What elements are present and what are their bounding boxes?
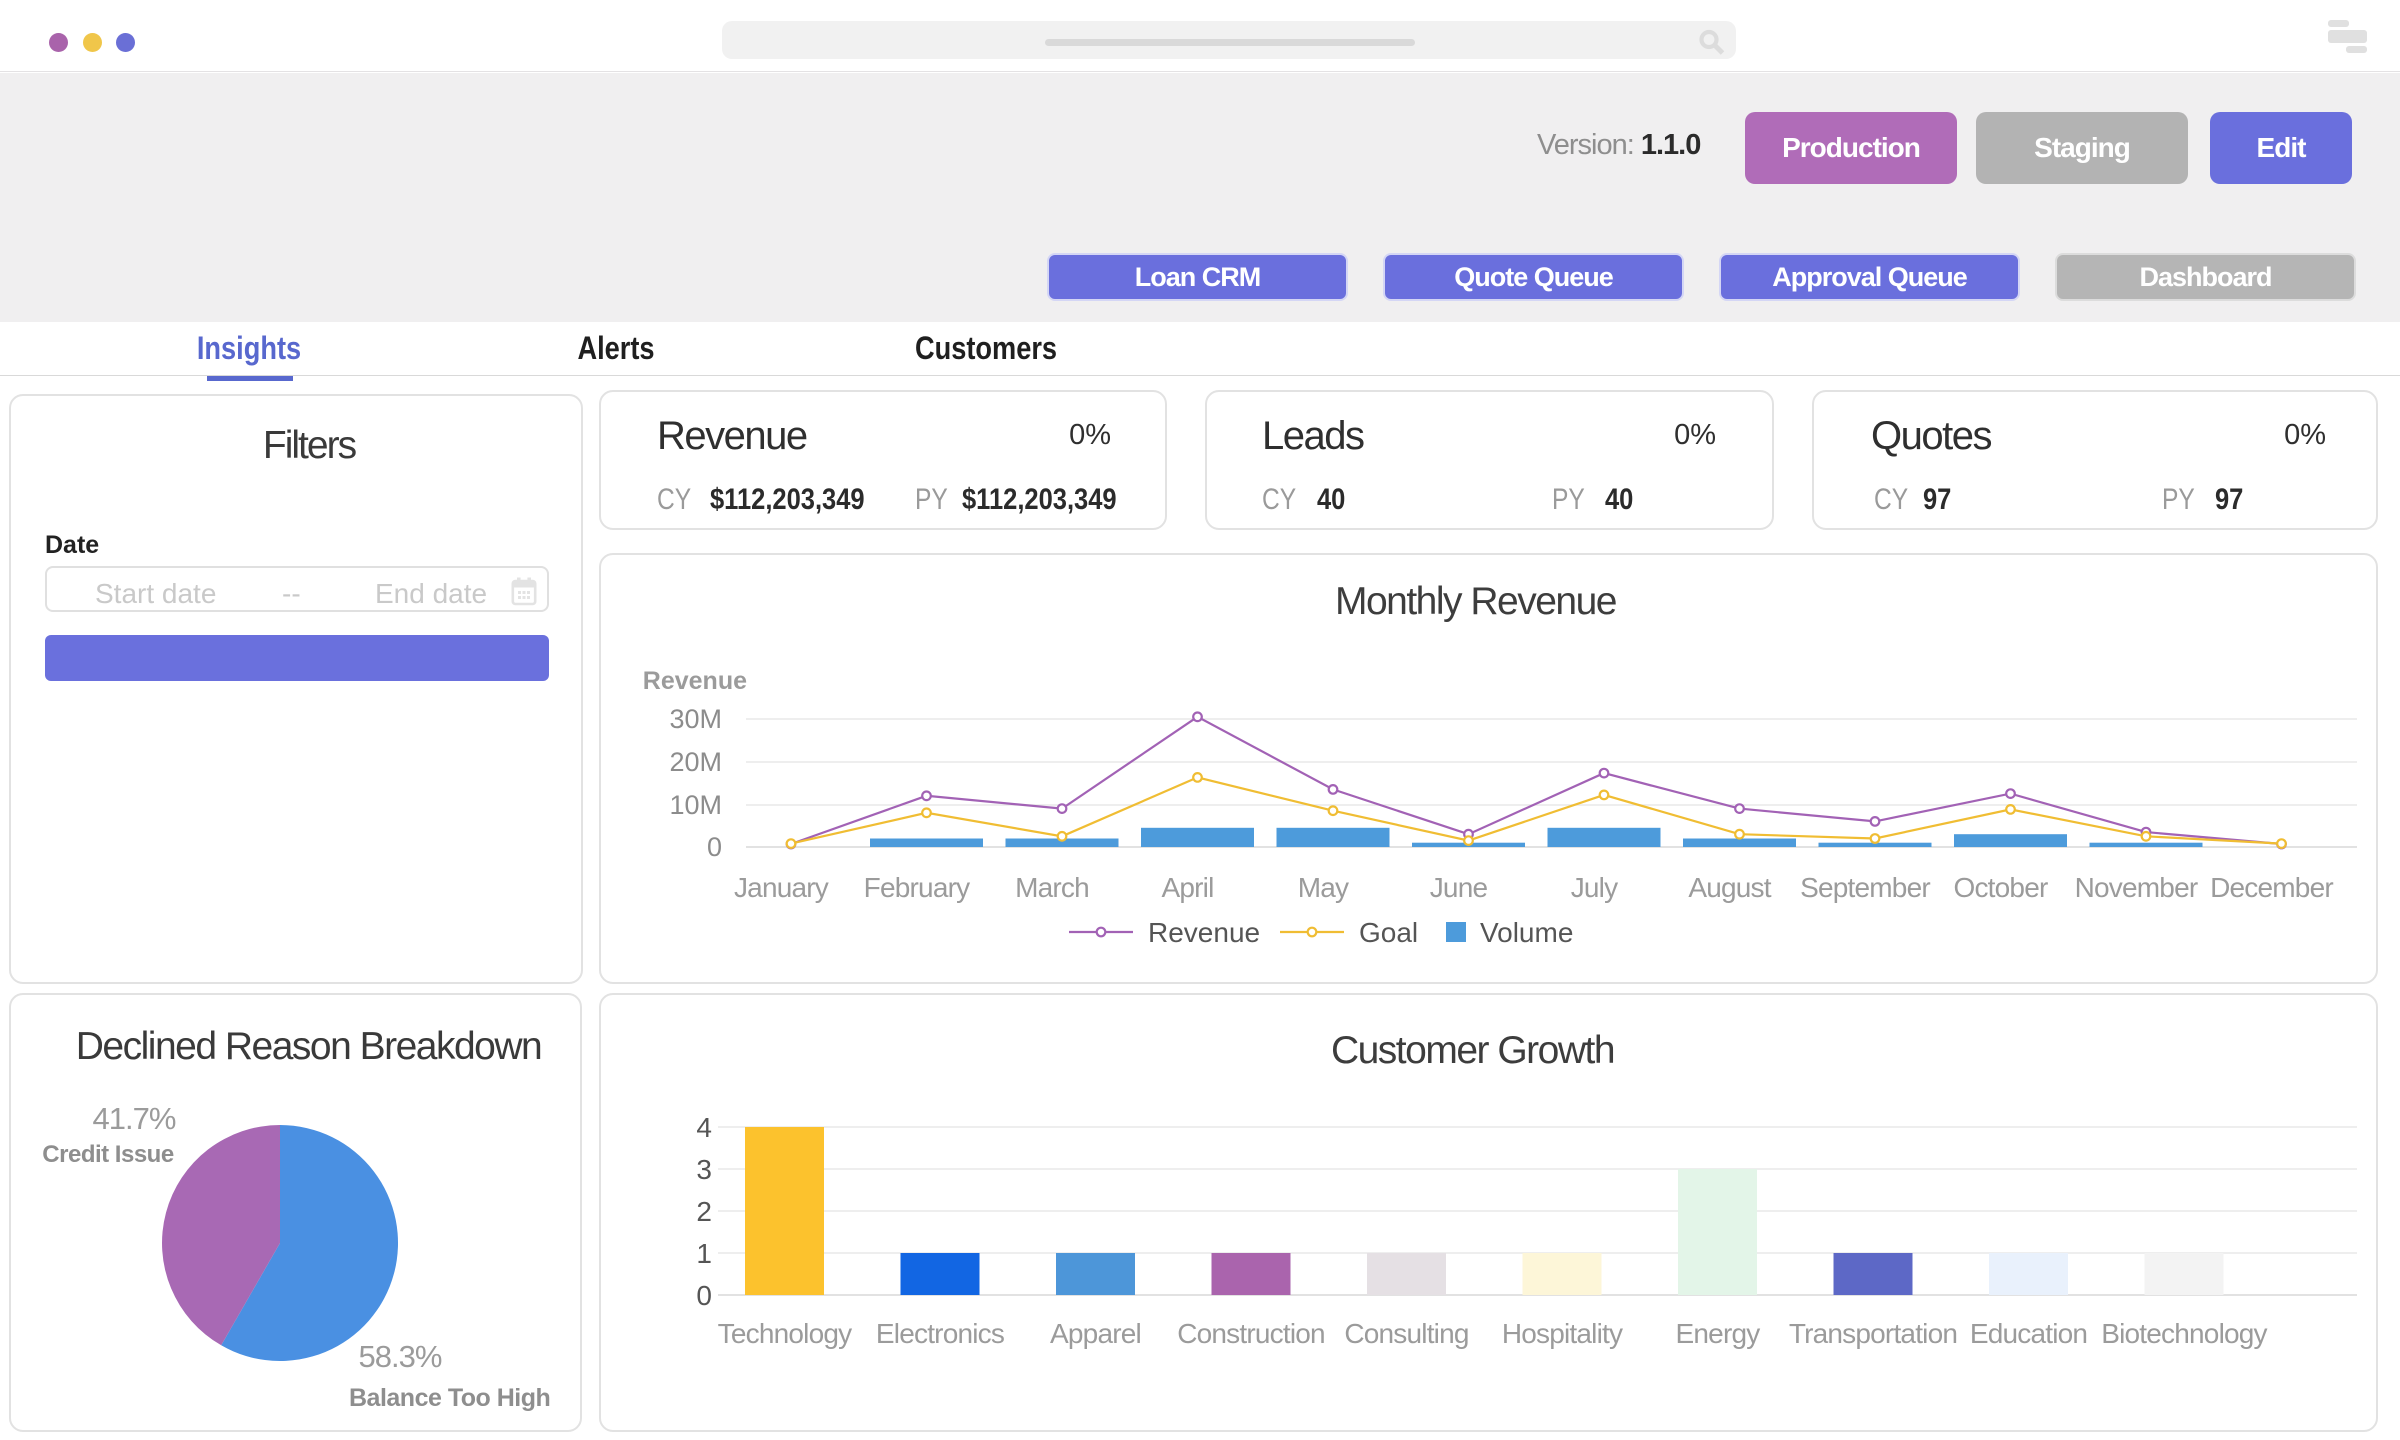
svg-text:February: February: [864, 872, 970, 903]
svg-text:Hospitality: Hospitality: [1502, 1318, 1623, 1349]
svg-text:May: May: [1298, 872, 1349, 903]
svg-text:Transportation: Transportation: [1789, 1318, 1957, 1349]
svg-text:June: June: [1430, 872, 1488, 903]
svg-text:Apparel: Apparel: [1050, 1318, 1141, 1349]
svg-text:November: November: [2075, 872, 2198, 903]
svg-text:December: December: [2210, 872, 2333, 903]
svg-text:September: September: [1800, 872, 1930, 903]
svg-text:Energy: Energy: [1676, 1318, 1761, 1349]
svg-text:Goal: Goal: [1359, 917, 1418, 948]
svg-text:1: 1: [696, 1238, 712, 1269]
svg-text:January: January: [734, 872, 829, 903]
svg-text:4: 4: [696, 1112, 712, 1143]
svg-text:March: March: [1015, 872, 1089, 903]
svg-text:Volume: Volume: [1480, 917, 1573, 948]
svg-text:Revenue: Revenue: [1148, 917, 1260, 948]
svg-text:0: 0: [696, 1280, 712, 1311]
svg-text:3: 3: [696, 1154, 712, 1185]
svg-text:Consulting: Consulting: [1344, 1318, 1468, 1349]
svg-text:Biotechnology: Biotechnology: [2101, 1318, 2267, 1349]
svg-text:10M: 10M: [669, 790, 722, 820]
svg-text:April: April: [1161, 872, 1213, 903]
svg-text:Electronics: Electronics: [876, 1318, 1004, 1349]
svg-text:20M: 20M: [669, 747, 722, 777]
svg-text:Technology: Technology: [718, 1318, 852, 1349]
svg-text:Education: Education: [1970, 1318, 2087, 1349]
svg-text:30M: 30M: [669, 704, 722, 734]
svg-text:Revenue: Revenue: [643, 667, 747, 695]
svg-text:October: October: [1954, 872, 2048, 903]
svg-text:2: 2: [696, 1196, 712, 1227]
svg-text:0: 0: [707, 832, 722, 862]
svg-text:July: July: [1571, 872, 1618, 903]
svg-text:Construction: Construction: [1177, 1318, 1325, 1349]
svg-text:August: August: [1688, 872, 1771, 903]
